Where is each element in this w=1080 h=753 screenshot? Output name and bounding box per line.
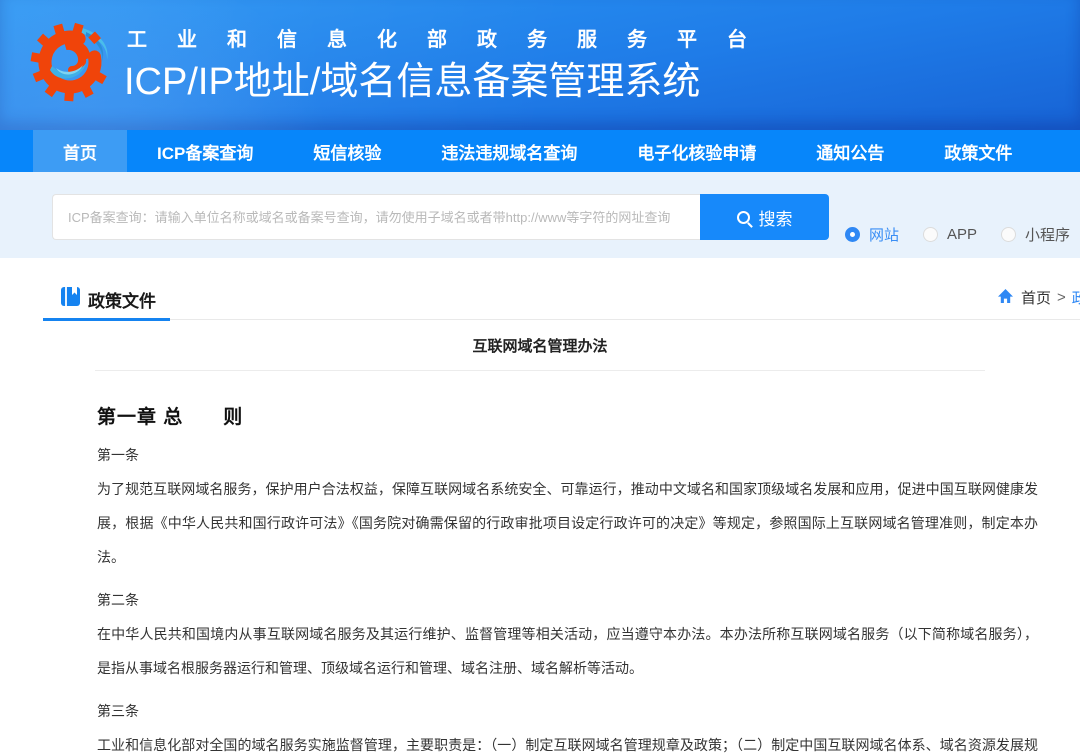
radio-option-miniprogram[interactable]: 小程序 [1001,224,1070,245]
section-header: 政策文件 首页 > 政策文件 [0,286,1080,308]
article-item-text: 工业和信息化部对全国的域名服务实施监督管理，主要职责是：（一）制定互联网域名管理… [97,728,1038,753]
header-banner: 工业和信息化部政务服务平台 ICP/IP地址/域名信息备案管理系统 [0,0,1080,130]
article-title: 互联网域名管理办法 [0,335,1080,356]
article-item-label: 第三条 [97,699,1038,723]
nav-item-e-verify-apply[interactable]: 电子化核验申请 [607,130,786,172]
content-area: 政策文件 首页 > 政策文件 互联网域名管理办法 第一章 总 则 第一条 为了规… [0,258,1080,753]
section-title: 政策文件 [88,287,156,312]
article-item-label: 第二条 [97,588,1038,612]
nav-item-illegal-domain-query[interactable]: 违法违规域名查询 [411,130,607,172]
nav-item-icp-query[interactable]: ICP备案查询 [127,130,283,172]
article-item-1: 第一条 为了规范互联网域名服务，保护用户合法权益，保障互联网域名系统安全、可靠运… [97,443,1038,574]
nav-item-home[interactable]: 首页 [33,130,127,172]
breadcrumb-home[interactable]: 首页 [1021,287,1051,308]
article-item-2: 第二条 在中华人民共和国境内从事互联网域名服务及其运行维护、监督管理等相关活动，… [97,588,1038,685]
breadcrumb: 首页 > 政策文件 [997,287,1080,308]
article-body: 第一章 总 则 第一条 为了规范互联网域名服务，保护用户合法权益，保障互联网域名… [0,402,1080,753]
site-title: ICP/IP地址/域名信息备案管理系统 [124,50,700,105]
section-divider [43,319,1080,320]
article-title-divider [95,370,985,371]
article-item-3: 第三条 工业和信息化部对全国的域名服务实施监督管理，主要职责是：（一）制定互联网… [97,699,1038,753]
radio-label-website: 网站 [869,224,899,245]
article-item-label: 第一条 [97,443,1038,467]
radio-label-app: APP [947,226,977,243]
radio-dot-miniprogram [1001,227,1016,242]
nav-item-notices[interactable]: 通知公告 [786,130,914,172]
search-input[interactable] [52,194,700,240]
radio-dot-app [923,227,938,242]
search-button[interactable]: 搜索 [700,194,829,240]
agency-title: 工业和信息化部政务服务平台 [127,23,777,52]
book-icon [60,286,81,312]
nav-item-policy-files[interactable]: 政策文件 [914,130,1042,172]
search-button-label: 搜索 [759,205,793,230]
chapter-heading: 第一章 总 则 [97,402,1038,429]
search-type-radio-group: 网站 APP 小程序 快应用 [845,224,1080,245]
radio-dot-website [845,227,860,242]
main-navbar: 首页 ICP备案查询 短信核验 违法违规域名查询 电子化核验申请 通知公告 政策… [0,130,1080,172]
radio-option-app[interactable]: APP [923,226,977,243]
radio-label-miniprogram: 小程序 [1025,224,1070,245]
nav-item-sms-verify[interactable]: 短信核验 [283,130,411,172]
breadcrumb-current: 政策文件 [1072,287,1080,308]
article-item-text: 为了规范互联网域名服务，保护用户合法权益，保障互联网域名系统安全、可靠运行，推动… [97,472,1038,574]
search-section: 搜索 网站 APP 小程序 快应用 [0,172,1080,258]
magnifier-icon [737,211,750,224]
article-item-text: 在中华人民共和国境内从事互联网域名服务及其运行维护、监督管理等相关活动，应当遵守… [97,617,1038,685]
breadcrumb-separator: > [1057,289,1066,306]
radio-option-website[interactable]: 网站 [845,224,899,245]
miit-logo-icon [26,8,114,119]
home-icon [997,288,1014,308]
